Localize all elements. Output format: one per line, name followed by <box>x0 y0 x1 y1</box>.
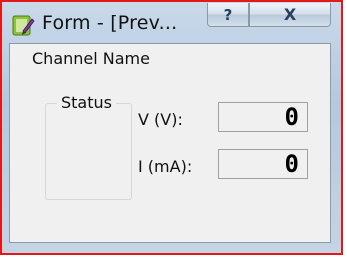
status-label: Status <box>57 93 116 112</box>
current-field[interactable]: 0 <box>218 149 308 179</box>
status-group-box <box>45 103 132 200</box>
voltage-field[interactable]: 0 <box>218 102 308 132</box>
voltage-label: V (V): <box>138 110 183 129</box>
help-button[interactable]: ? <box>207 3 249 27</box>
channel-name-label: Channel Name <box>32 49 150 68</box>
close-button[interactable]: X <box>249 3 331 27</box>
application-icon <box>12 15 35 36</box>
window-title: Form - [Prev... <box>42 12 178 34</box>
current-label: I (mA): <box>138 157 193 176</box>
help-icon: ? <box>223 5 233 24</box>
close-icon: X <box>283 5 297 24</box>
